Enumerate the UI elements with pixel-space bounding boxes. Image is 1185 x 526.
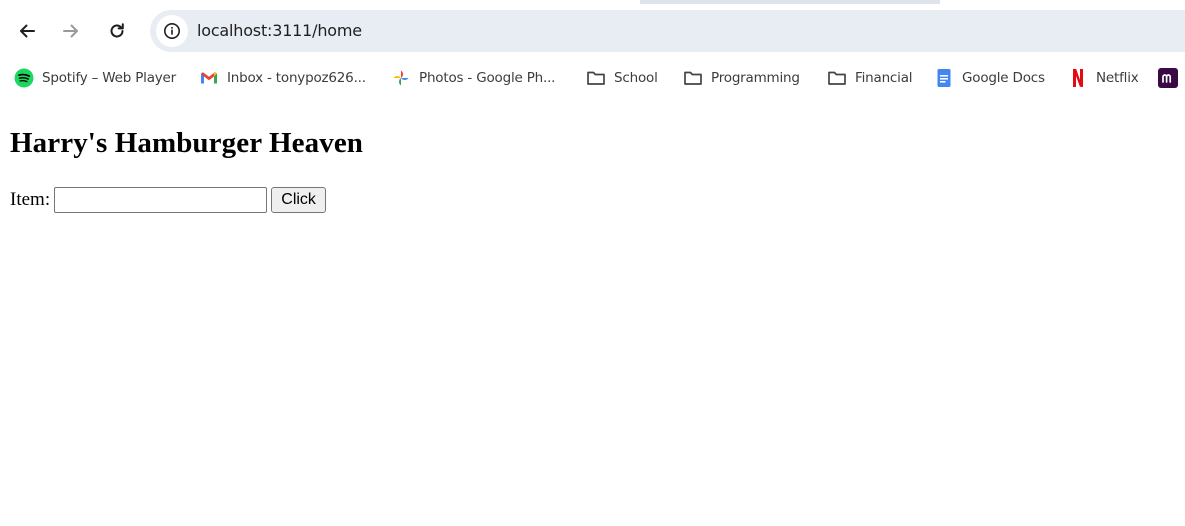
click-button[interactable]: Click: [271, 187, 327, 213]
bookmark-label: Spotify – Web Player: [42, 70, 177, 86]
site-info-button[interactable]: [156, 15, 188, 47]
arrow-right-icon: [63, 24, 78, 38]
info-icon: [164, 23, 180, 39]
bookmark-label: Inbox - tonypoz626...: [227, 70, 366, 86]
browser-toolbar: localhost:3111/home: [0, 4, 1185, 58]
bookmark-netflix[interactable]: Netflix: [1068, 66, 1139, 90]
bookmark-spotify[interactable]: Spotify – Web Player: [14, 66, 176, 90]
bookmark-label: Netflix: [1096, 70, 1139, 86]
bookmark-label: Financial: [855, 70, 913, 86]
bookmark-google-photos[interactable]: Photos - Google Ph...: [391, 66, 555, 90]
bookmark-label: School: [614, 70, 658, 86]
bookmark-google-docs[interactable]: Google Docs: [934, 66, 1045, 90]
bookmark-m-app[interactable]: [1158, 66, 1185, 90]
page-title: Harry's Hamburger Heaven: [10, 127, 364, 159]
spotify-icon: [14, 68, 34, 88]
item-label: Item:: [10, 189, 51, 210]
netflix-icon: [1068, 68, 1088, 88]
folder-icon: [827, 68, 847, 88]
url-text[interactable]: localhost:3111/home: [197, 21, 362, 40]
bookmark-folder-financial[interactable]: Financial: [827, 66, 913, 90]
page-content: Harry's Hamburger Heaven Item: Click: [0, 98, 1185, 526]
address-bar[interactable]: localhost:3111/home: [150, 10, 1185, 52]
bookmark-folder-programming[interactable]: Programming: [683, 66, 800, 90]
bookmark-gmail[interactable]: Inbox - tonypoz626...: [199, 66, 366, 90]
google-docs-icon: [934, 68, 954, 88]
forward-button[interactable]: [53, 13, 89, 49]
bookmark-folder-school[interactable]: School: [586, 66, 658, 90]
bookmark-label: Programming: [711, 70, 800, 86]
folder-icon: [586, 68, 606, 88]
bookmarks-bar: Spotify – Web Player Inbox - tonypoz626.…: [0, 58, 1185, 98]
item-form: Item: Click: [10, 186, 327, 214]
back-button[interactable]: [9, 13, 45, 49]
folder-icon: [683, 68, 703, 88]
m-app-icon: [1158, 68, 1178, 88]
google-photos-icon: [391, 68, 411, 88]
gmail-icon: [199, 68, 219, 88]
bookmark-label: Photos - Google Ph...: [419, 70, 556, 86]
reload-button[interactable]: [99, 13, 135, 49]
reload-icon: [110, 23, 124, 38]
item-input[interactable]: [54, 187, 268, 213]
arrow-left-icon: [20, 24, 35, 38]
bookmark-label: Google Docs: [962, 70, 1045, 86]
